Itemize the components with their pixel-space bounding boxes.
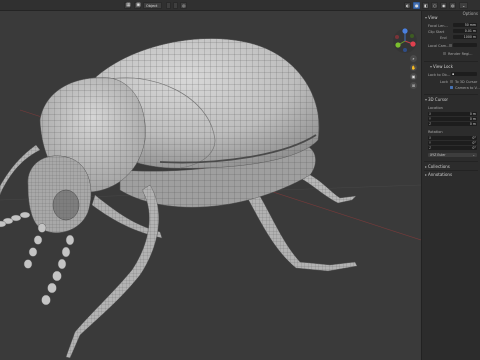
editor-type-button[interactable]: ▦ <box>124 2 131 9</box>
overlay-icon: ◐ <box>406 3 410 8</box>
shading-wire-button[interactable]: ○ <box>431 2 438 9</box>
xray-toggle[interactable]: ◧ <box>422 2 429 9</box>
gizmo-z-axis[interactable] <box>402 28 408 34</box>
camera-to-view-checkbox[interactable] <box>450 86 453 89</box>
expand-triangle-icon: ▾ <box>425 97 428 102</box>
view-menu-button[interactable] <box>166 2 171 9</box>
viewport-header: ▦ ▣ Object ◎ ◐ ● ◧ ○ ◉ ◍ ⌄ <box>0 0 480 11</box>
gizmo-y-axis[interactable] <box>395 42 401 48</box>
focal-length-field[interactable]: 50 mm <box>453 23 477 27</box>
shading-solid-button[interactable]: ● <box>413 2 420 9</box>
divider <box>424 161 478 162</box>
clip-end-label: End <box>440 36 447 40</box>
clip-end-field[interactable]: 1000 m <box>453 35 477 39</box>
options-tab[interactable]: Options <box>463 11 478 16</box>
properties-sidebar: ▾View Focal Len... 50 mm Clip Start 0.01… <box>421 11 480 360</box>
sphere-rendered-icon: ◍ <box>451 3 455 8</box>
divider <box>424 61 478 62</box>
local-camera-field[interactable] <box>453 43 477 47</box>
expand-triangle-icon: ▾ <box>430 64 433 69</box>
divider <box>424 170 478 171</box>
shading-rendered-button[interactable]: ◍ <box>449 2 456 9</box>
mode-icon-button[interactable]: ▣ <box>134 2 141 9</box>
cursor-rotation-y-field[interactable]: Y 0° <box>428 141 477 145</box>
object-picker-icon: ▪ <box>452 72 455 76</box>
local-camera-label: Local Cam... <box>428 44 450 48</box>
sphere-wire-icon: ○ <box>433 3 437 8</box>
gizmo-x-axis[interactable] <box>410 41 416 47</box>
navigation-gizmo[interactable] <box>392 28 418 54</box>
annotations-panel-header[interactable]: ▸Annotations <box>425 172 452 177</box>
lock-cursor-checkbox[interactable] <box>450 80 453 83</box>
lock-cursor-label: To 3D Cursor <box>455 80 478 84</box>
cursor-panel-header[interactable]: ▾3D Cursor <box>425 97 448 102</box>
divider <box>424 94 478 95</box>
cursor-rotation-x-field[interactable]: X 0° <box>428 136 477 140</box>
rotation-label: Rotation <box>428 130 443 134</box>
lock-to-object-field[interactable]: ▪ <box>451 72 477 76</box>
xray-icon: ◧ <box>424 3 428 8</box>
zoom-icon[interactable]: ⌕ <box>410 55 417 62</box>
clip-start-label: Clip Start <box>428 30 445 34</box>
cursor-location-x-field[interactable]: X0 m <box>428 112 477 116</box>
select-menu-button[interactable] <box>173 2 178 9</box>
rotation-mode-dropdown[interactable]: XYZ Euler ⌄ <box>428 153 477 157</box>
location-label: Location <box>428 106 443 110</box>
overlay-toggle[interactable]: ◐ <box>404 2 411 9</box>
pan-hand-icon[interactable]: ✋ <box>410 64 417 71</box>
sphere-material-icon: ◉ <box>442 3 446 8</box>
camera-to-view-label: Camera to V... <box>455 86 480 90</box>
3d-viewport[interactable]: ⌕ ✋ ▣ ⊞ <box>0 11 421 360</box>
editor-type-icon: ▦ <box>126 2 131 8</box>
sphere-solid-icon: ● <box>415 3 419 8</box>
lock-label: Lock <box>440 80 448 84</box>
cursor-rotation-z-field[interactable]: Z 0° <box>428 146 477 150</box>
cursor-location-z-field[interactable]: Z0 m <box>428 122 477 126</box>
pivot-button[interactable]: ◎ <box>180 2 187 9</box>
chevron-down-icon: ⌄ <box>462 3 466 8</box>
pivot-icon: ◎ <box>182 3 186 8</box>
shading-material-button[interactable]: ◉ <box>440 2 447 9</box>
render-region-checkbox[interactable] <box>443 52 446 55</box>
view-lock-header[interactable]: ▾View Lock <box>430 64 453 69</box>
local-camera-checkbox[interactable] <box>449 44 452 47</box>
cube-icon: ▣ <box>136 2 141 8</box>
collapsed-triangle-icon: ▸ <box>425 164 428 169</box>
mode-dropdown[interactable]: Object <box>143 2 162 9</box>
grid-icon[interactable]: ⊞ <box>410 82 417 89</box>
collapsed-triangle-icon: ▸ <box>425 172 428 177</box>
collections-panel-header[interactable]: ▸Collections <box>425 164 450 169</box>
chevron-down-icon: ⌄ <box>472 153 475 157</box>
focal-length-label: Focal Len... <box>428 24 448 28</box>
cursor-location-y-field[interactable]: Y0 m <box>428 117 477 121</box>
mode-label: Object <box>146 4 158 8</box>
clip-start-field[interactable]: 0.01 m <box>453 29 477 33</box>
render-region-label: Render Regi... <box>448 52 473 56</box>
camera-icon[interactable]: ▣ <box>410 73 417 80</box>
lock-to-object-label: Lock to Ob... <box>428 73 451 77</box>
sidebar-tab-strip: Options <box>421 11 480 17</box>
shading-options-dropdown[interactable]: ⌄ <box>459 2 468 9</box>
